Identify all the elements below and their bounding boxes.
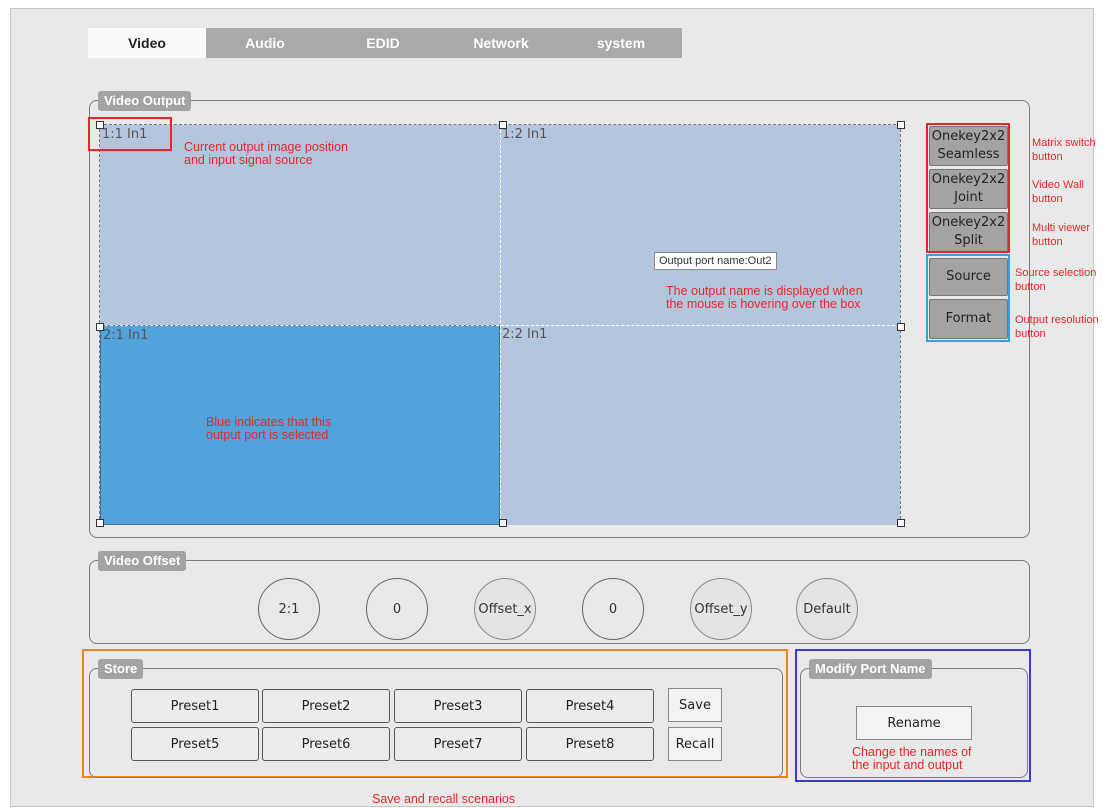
- resize-handle[interactable]: [96, 323, 104, 331]
- annotation-position: Current output image position and input …: [184, 141, 348, 167]
- store-group: Store: [89, 659, 783, 778]
- annotation-line: button: [1032, 193, 1063, 205]
- annotation-hover: The output name is displayed when the mo…: [666, 285, 863, 311]
- annotation-resolution: Output resolution button: [1015, 313, 1099, 341]
- annotation-line: Matrix switch: [1032, 137, 1096, 149]
- annotation-line: Source selection: [1015, 267, 1097, 279]
- preset-4-button[interactable]: Preset4: [526, 689, 654, 723]
- annotation-rename: Change the names of the input and output: [852, 746, 972, 772]
- cell-label: 2:2 In1: [502, 327, 548, 342]
- save-button[interactable]: Save: [668, 688, 722, 722]
- output-grid: 1:1 In1 1:2 In1 2:1 In1 2:2 In1: [99, 124, 901, 525]
- offset-x-value[interactable]: 0: [366, 578, 428, 640]
- annotation-line: Output resolution: [1015, 314, 1099, 326]
- preset-8-button[interactable]: Preset8: [526, 727, 654, 761]
- offset-y-value[interactable]: 0: [582, 578, 644, 640]
- resize-handle[interactable]: [499, 519, 507, 527]
- resize-handle[interactable]: [499, 121, 507, 129]
- annotation-line: the input and output: [852, 758, 963, 772]
- annotation-box-source-format: [926, 254, 1010, 342]
- tab-system[interactable]: system: [560, 28, 682, 58]
- annotation-wall: Video Wall button: [1032, 178, 1084, 206]
- resize-handle[interactable]: [897, 121, 905, 129]
- annotation-selected: Blue indicates that this output port is …: [206, 416, 331, 442]
- offset-default-button[interactable]: Default: [796, 578, 858, 640]
- resize-handle[interactable]: [897, 323, 905, 331]
- annotation-line: button: [1032, 236, 1063, 248]
- preset-7-button[interactable]: Preset7: [394, 727, 522, 761]
- annotation-line: the mouse is hovering over the box: [666, 297, 861, 311]
- annotation-line: output port is selected: [206, 428, 329, 442]
- preset-5-button[interactable]: Preset5: [131, 727, 259, 761]
- annotation-multiviewer: Multi viewer button: [1032, 221, 1090, 249]
- preset-3-button[interactable]: Preset3: [394, 689, 522, 723]
- video-output-legend: Video Output: [98, 91, 192, 111]
- grid-divider-vertical: [500, 125, 501, 523]
- annotation-box-position: [88, 117, 172, 151]
- offset-y-knob[interactable]: Offset_y: [690, 578, 752, 640]
- annotation-line: button: [1032, 151, 1063, 163]
- annotation-line: and input signal source: [184, 153, 313, 167]
- recall-button[interactable]: Recall: [668, 727, 722, 761]
- preset-6-button[interactable]: Preset6: [262, 727, 390, 761]
- tab-video[interactable]: Video: [88, 28, 206, 58]
- annotation-line: button: [1015, 328, 1046, 340]
- offset-port-selector[interactable]: 2:1: [258, 578, 320, 640]
- annotation-box-onekey: [926, 123, 1010, 253]
- modify-port-legend: Modify Port Name: [809, 659, 932, 679]
- annotation-matrix: Matrix switch button: [1032, 136, 1096, 164]
- tab-edid[interactable]: EDID: [324, 28, 442, 58]
- annotation-line: Video Wall: [1032, 179, 1084, 191]
- video-offset-group: Video Offset: [89, 551, 1030, 644]
- output-cell-2-2[interactable]: 2:2 In1: [500, 325, 900, 525]
- video-offset-legend: Video Offset: [98, 551, 187, 571]
- grid-divider-horizontal: [100, 325, 900, 326]
- resize-handle[interactable]: [897, 519, 905, 527]
- annotation-line: button: [1015, 281, 1046, 293]
- resize-handle[interactable]: [96, 519, 104, 527]
- cell-label: 1:2 In1: [502, 127, 548, 142]
- cell-label: 2:1 In1: [103, 328, 149, 343]
- store-legend: Store: [98, 659, 144, 679]
- preset-2-button[interactable]: Preset2: [262, 689, 390, 723]
- preset-1-button[interactable]: Preset1: [131, 689, 259, 723]
- annotation-save-recall: Save and recall scenarios: [372, 792, 516, 806]
- offset-x-knob[interactable]: Offset_x: [474, 578, 536, 640]
- rename-button[interactable]: Rename: [856, 706, 972, 740]
- tab-network[interactable]: Network: [442, 28, 560, 58]
- output-name-tooltip: Output port name:Out2: [654, 252, 777, 270]
- annotation-source: Source selection button: [1015, 266, 1096, 294]
- annotation-line: Multi viewer: [1032, 222, 1091, 234]
- tab-audio[interactable]: Audio: [206, 28, 324, 58]
